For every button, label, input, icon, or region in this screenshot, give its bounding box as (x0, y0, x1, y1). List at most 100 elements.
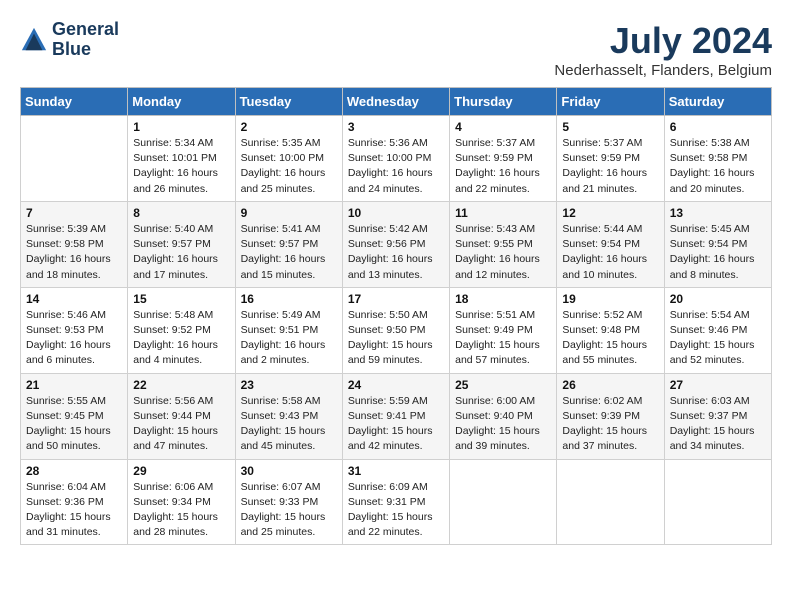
calendar-cell: 2 Sunrise: 5:35 AM Sunset: 10:00 PM Dayli… (235, 116, 342, 202)
day-number: 31 (348, 464, 444, 478)
day-number: 5 (562, 120, 658, 134)
calendar-cell: 7Sunrise: 5:39 AM Sunset: 9:58 PM Daylig… (21, 201, 128, 287)
calendar-cell: 18 Sunrise: 5:51 AM Sunset: 9:49 PM Dayli… (450, 287, 557, 373)
day-info: Sunrise: 5:56 AM Sunset: 9:44 PM Dayligh… (133, 394, 229, 455)
location: Nederhasselt, Flanders, Belgium (554, 62, 772, 79)
day-number: 6 (670, 120, 766, 134)
day-info: Sunrise: 5:36 AM Sunset: 10:00 PM Daylig… (348, 136, 444, 197)
calendar-cell: 1Sunrise: 5:34 AM Sunset: 10:01 PM Dayli… (128, 116, 235, 202)
day-number: 28 (26, 464, 122, 478)
calendar-week-row: 21 Sunrise: 5:55 AM Sunset: 9:45 PM Dayli… (21, 373, 772, 459)
calendar-cell: 24 Sunrise: 5:59 AM Sunset: 9:41 PM Dayli… (342, 373, 449, 459)
calendar-cell (21, 116, 128, 202)
day-info: Sunrise: 6:09 AM Sunset: 9:31 PM Dayligh… (348, 480, 444, 541)
day-info: Sunrise: 5:55 AM Sunset: 9:45 PM Dayligh… (26, 394, 122, 455)
weekday-header: Saturday (664, 88, 771, 116)
day-info: Sunrise: 5:42 AM Sunset: 9:56 PM Dayligh… (348, 222, 444, 283)
title-block: July 2024 Nederhasselt, Flanders, Belgiu… (554, 20, 772, 79)
day-info: Sunrise: 5:59 AM Sunset: 9:41 PM Dayligh… (348, 394, 444, 455)
logo-text: General Blue (52, 20, 119, 60)
calendar-week-row: 14Sunrise: 5:46 AM Sunset: 9:53 PM Dayli… (21, 287, 772, 373)
day-number: 30 (241, 464, 337, 478)
calendar-cell: 15 Sunrise: 5:48 AM Sunset: 9:52 PM Dayli… (128, 287, 235, 373)
day-number: 14 (26, 292, 122, 306)
day-info: Sunrise: 5:34 AM Sunset: 10:01 PM Daylig… (133, 136, 229, 197)
calendar-cell: 9 Sunrise: 5:41 AM Sunset: 9:57 PM Daylig… (235, 201, 342, 287)
day-number: 10 (348, 206, 444, 220)
weekday-header: Thursday (450, 88, 557, 116)
day-number: 12 (562, 206, 658, 220)
day-info: Sunrise: 5:41 AM Sunset: 9:57 PM Dayligh… (241, 222, 337, 283)
day-info: Sunrise: 6:02 AM Sunset: 9:39 PM Dayligh… (562, 394, 658, 455)
day-number: 16 (241, 292, 337, 306)
day-number: 29 (133, 464, 229, 478)
day-number: 8 (133, 206, 229, 220)
weekday-header: Sunday (21, 88, 128, 116)
calendar-cell: 14Sunrise: 5:46 AM Sunset: 9:53 PM Dayli… (21, 287, 128, 373)
day-number: 25 (455, 378, 551, 392)
calendar-cell: 5 Sunrise: 5:37 AM Sunset: 9:59 PM Daylig… (557, 116, 664, 202)
calendar-week-row: 7Sunrise: 5:39 AM Sunset: 9:58 PM Daylig… (21, 201, 772, 287)
day-number: 27 (670, 378, 766, 392)
calendar-cell: 21 Sunrise: 5:55 AM Sunset: 9:45 PM Dayli… (21, 373, 128, 459)
calendar-week-row: 28 Sunrise: 6:04 AM Sunset: 9:36 PM Dayli… (21, 459, 772, 545)
logo-icon (20, 26, 48, 54)
day-number: 3 (348, 120, 444, 134)
calendar-cell: 17Sunrise: 5:50 AM Sunset: 9:50 PM Dayli… (342, 287, 449, 373)
calendar-cell: 10 Sunrise: 5:42 AM Sunset: 9:56 PM Dayli… (342, 201, 449, 287)
calendar-cell: 27Sunrise: 6:03 AM Sunset: 9:37 PM Dayli… (664, 373, 771, 459)
day-info: Sunrise: 5:54 AM Sunset: 9:46 PM Dayligh… (670, 308, 766, 369)
month-title: July 2024 (554, 20, 772, 62)
weekday-header: Monday (128, 88, 235, 116)
calendar-cell: 6 Sunrise: 5:38 AM Sunset: 9:58 PM Daylig… (664, 116, 771, 202)
page-header: General Blue July 2024 Nederhasselt, Fla… (20, 20, 772, 79)
day-number: 20 (670, 292, 766, 306)
day-number: 21 (26, 378, 122, 392)
day-number: 2 (241, 120, 337, 134)
day-info: Sunrise: 6:07 AM Sunset: 9:33 PM Dayligh… (241, 480, 337, 541)
calendar-cell: 28 Sunrise: 6:04 AM Sunset: 9:36 PM Dayli… (21, 459, 128, 545)
calendar-cell: 4Sunrise: 5:37 AM Sunset: 9:59 PM Daylig… (450, 116, 557, 202)
day-number: 26 (562, 378, 658, 392)
calendar-cell (450, 459, 557, 545)
calendar-cell: 26 Sunrise: 6:02 AM Sunset: 9:39 PM Dayli… (557, 373, 664, 459)
day-number: 24 (348, 378, 444, 392)
day-number: 13 (670, 206, 766, 220)
day-info: Sunrise: 5:58 AM Sunset: 9:43 PM Dayligh… (241, 394, 337, 455)
day-number: 11 (455, 206, 551, 220)
calendar-cell: 23Sunrise: 5:58 AM Sunset: 9:43 PM Dayli… (235, 373, 342, 459)
calendar-cell: 3 Sunrise: 5:36 AM Sunset: 10:00 PM Dayli… (342, 116, 449, 202)
calendar-cell: 12 Sunrise: 5:44 AM Sunset: 9:54 PM Dayli… (557, 201, 664, 287)
day-info: Sunrise: 6:04 AM Sunset: 9:36 PM Dayligh… (26, 480, 122, 541)
calendar-cell: 22 Sunrise: 5:56 AM Sunset: 9:44 PM Dayli… (128, 373, 235, 459)
calendar-cell: 31 Sunrise: 6:09 AM Sunset: 9:31 PM Dayli… (342, 459, 449, 545)
day-number: 9 (241, 206, 337, 220)
day-number: 4 (455, 120, 551, 134)
calendar-cell: 20 Sunrise: 5:54 AM Sunset: 9:46 PM Dayli… (664, 287, 771, 373)
calendar-cell: 11 Sunrise: 5:43 AM Sunset: 9:55 PM Dayli… (450, 201, 557, 287)
day-info: Sunrise: 5:43 AM Sunset: 9:55 PM Dayligh… (455, 222, 551, 283)
day-info: Sunrise: 5:35 AM Sunset: 10:00 PM Daylig… (241, 136, 337, 197)
day-info: Sunrise: 6:00 AM Sunset: 9:40 PM Dayligh… (455, 394, 551, 455)
calendar-table: SundayMondayTuesdayWednesdayThursdayFrid… (20, 87, 772, 545)
day-info: Sunrise: 5:52 AM Sunset: 9:48 PM Dayligh… (562, 308, 658, 369)
calendar-week-row: 1Sunrise: 5:34 AM Sunset: 10:01 PM Dayli… (21, 116, 772, 202)
weekday-header-row: SundayMondayTuesdayWednesdayThursdayFrid… (21, 88, 772, 116)
weekday-header: Friday (557, 88, 664, 116)
day-number: 15 (133, 292, 229, 306)
day-number: 19 (562, 292, 658, 306)
day-info: Sunrise: 5:38 AM Sunset: 9:58 PM Dayligh… (670, 136, 766, 197)
day-number: 22 (133, 378, 229, 392)
day-number: 18 (455, 292, 551, 306)
calendar-cell: 13Sunrise: 5:45 AM Sunset: 9:54 PM Dayli… (664, 201, 771, 287)
calendar-cell (557, 459, 664, 545)
day-number: 17 (348, 292, 444, 306)
day-info: Sunrise: 5:40 AM Sunset: 9:57 PM Dayligh… (133, 222, 229, 283)
day-info: Sunrise: 5:39 AM Sunset: 9:58 PM Dayligh… (26, 222, 122, 283)
day-info: Sunrise: 5:51 AM Sunset: 9:49 PM Dayligh… (455, 308, 551, 369)
day-info: Sunrise: 5:49 AM Sunset: 9:51 PM Dayligh… (241, 308, 337, 369)
day-info: Sunrise: 5:48 AM Sunset: 9:52 PM Dayligh… (133, 308, 229, 369)
day-info: Sunrise: 5:44 AM Sunset: 9:54 PM Dayligh… (562, 222, 658, 283)
day-info: Sunrise: 5:37 AM Sunset: 9:59 PM Dayligh… (562, 136, 658, 197)
calendar-cell: 16 Sunrise: 5:49 AM Sunset: 9:51 PM Dayli… (235, 287, 342, 373)
